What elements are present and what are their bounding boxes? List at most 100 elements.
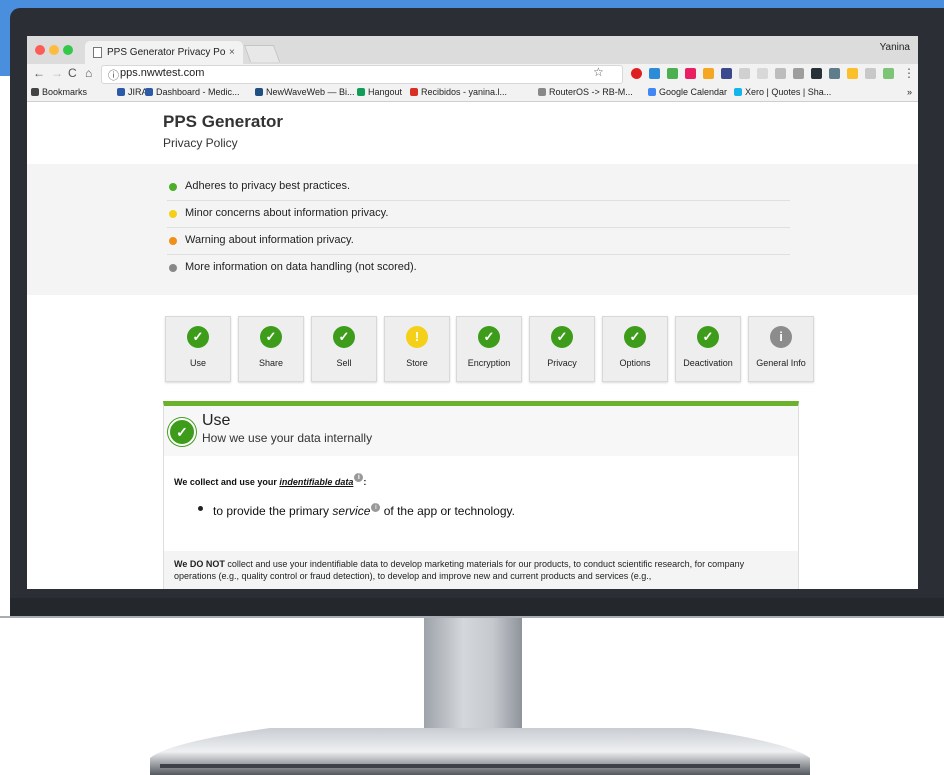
category-tile-encryption[interactable]: ✓ Encryption: [456, 316, 522, 382]
home-icon[interactable]: ⌂: [85, 66, 92, 80]
check-icon: ✓: [168, 418, 196, 446]
bookmarks-bar: » Bookmarks JIRA Dashboard - Medic... NewWa…: [27, 84, 918, 102]
bookmark-label: Hangout: [368, 87, 403, 97]
bookmark-label: NewWaveWeb — Bi...: [266, 87, 355, 97]
bookmark-item[interactable]: Dashboard - Medic...: [145, 87, 240, 97]
close-window-button[interactable]: [35, 45, 45, 55]
check-icon: ✓: [187, 326, 209, 348]
bookmark-item[interactable]: JIRA: [117, 87, 148, 97]
bookmark-item[interactable]: Xero | Quotes | Sha...: [734, 87, 831, 97]
calendar-icon: [648, 88, 656, 96]
category-tile-use[interactable]: ✓ Use: [165, 316, 231, 382]
yellow-dot-icon: [169, 210, 177, 218]
maximize-window-button[interactable]: [63, 45, 73, 55]
evernote-extension-icon[interactable]: [667, 68, 678, 79]
category-label: Share: [258, 358, 284, 368]
mail-extension-icon[interactable]: [793, 68, 804, 79]
menu-icon[interactable]: ⋮: [903, 66, 915, 80]
category-label: General Info: [756, 358, 806, 368]
frame-extension-icon[interactable]: [829, 68, 840, 79]
identifiable-data-term[interactable]: indentifiable data: [279, 477, 353, 487]
category-label: Privacy: [547, 358, 577, 368]
pen-extension-icon[interactable]: [649, 68, 660, 79]
bookmark-item[interactable]: Hangout: [357, 87, 402, 97]
tab-pps-generator[interactable]: PPS Generator Privacy Policy ×: [85, 41, 243, 64]
bookmark-item[interactable]: Recibidos - yanina.l...: [410, 87, 507, 97]
check-icon: ✓: [624, 326, 646, 348]
category-tile-share[interactable]: ✓ Share: [238, 316, 304, 382]
check-icon: ✓: [478, 326, 500, 348]
check-icon: ✓: [260, 326, 282, 348]
bookmark-label: Xero | Quotes | Sha...: [745, 87, 832, 97]
bookmark-label: Bookmarks: [42, 87, 88, 97]
minimize-window-button[interactable]: [49, 45, 59, 55]
bookmark-item[interactable]: NewWaveWeb — Bi...: [255, 87, 355, 97]
category-tile-sell[interactable]: ✓ Sell: [311, 316, 377, 382]
category-label: Use: [189, 358, 206, 368]
stripes-extension-icon[interactable]: [847, 68, 858, 79]
list-item: to provide the primary service i of the a…: [198, 503, 515, 518]
page-subtitle: Privacy Policy: [163, 136, 238, 150]
file-extension-icon[interactable]: [757, 68, 768, 79]
legend-text: Adheres to privacy best practices.: [185, 180, 351, 192]
star-icon: [31, 88, 39, 96]
jira-icon: [145, 88, 153, 96]
bitbucket-icon: [255, 88, 263, 96]
tab-bar: PPS Generator Privacy Policy × Yanina: [27, 36, 918, 64]
collect-statement: We collect and use your indentifiable da…: [174, 473, 366, 487]
panel-header: ✓ Use How we use your data internally: [164, 406, 798, 456]
address-bar[interactable]: ⓘ pps.nwwtest.com: [101, 65, 623, 84]
page-header: PPS Generator Privacy Policy: [27, 102, 918, 165]
bar-extension-icon[interactable]: [865, 68, 876, 79]
url-text[interactable]: pps.nwwtest.com: [120, 67, 204, 79]
legend-item: More information on data handling (not s…: [167, 255, 790, 281]
back-arrow-icon[interactable]: ←: [33, 66, 45, 80]
category-label: Store: [406, 358, 428, 368]
link-extension-icon[interactable]: [739, 68, 750, 79]
monitor-stand-neck: [424, 618, 522, 736]
tab-close-icon[interactable]: ×: [229, 41, 235, 64]
tab-title: PPS Generator Privacy Policy: [107, 47, 225, 58]
check-icon: ✓: [333, 326, 355, 348]
sheet-extension-icon[interactable]: [883, 68, 894, 79]
category-label: Deactivation: [683, 358, 733, 368]
grid-extension-icon[interactable]: [703, 68, 714, 79]
new-tab-button[interactable]: [243, 45, 281, 62]
category-tile-privacy[interactable]: ✓ Privacy: [529, 316, 595, 382]
browser-toolbar: ← → C ⌂ ⓘ pps.nwwtest.com ☆ ⋮: [27, 64, 918, 84]
donot-text: collect and use your indentifiable data …: [174, 559, 745, 581]
category-tile-deactivation[interactable]: ✓ Deactivation: [675, 316, 741, 382]
jira-icon: [117, 88, 125, 96]
bookmark-item[interactable]: Google Calendar: [648, 87, 727, 97]
gmail-icon: [410, 88, 418, 96]
bullet-icon: [198, 506, 203, 511]
reload-icon[interactable]: C: [68, 66, 77, 80]
monitor-stand-base: [150, 728, 810, 775]
camera-extension-icon[interactable]: [685, 68, 696, 79]
bookmarks-overflow-icon[interactable]: »: [907, 87, 912, 97]
legend-text: More information on data handling (not s…: [185, 261, 417, 273]
bookmark-label: RouterOS -> RB-M...: [549, 87, 633, 97]
category-tile-store[interactable]: ! Store: [384, 316, 450, 382]
bookmark-item[interactable]: RouterOS -> RB-M...: [538, 87, 633, 97]
profile-name[interactable]: Yanina: [880, 42, 910, 53]
warning-icon: !: [406, 326, 428, 348]
legend-item: Warning about information privacy.: [167, 228, 790, 255]
service-term[interactable]: service: [332, 504, 370, 518]
info-icon: i: [770, 326, 792, 348]
drive-extension-icon[interactable]: [775, 68, 786, 79]
bookmark-star-icon[interactable]: ☆: [593, 65, 604, 79]
dots-extension-icon[interactable]: [811, 68, 822, 79]
panel-title: Use: [202, 412, 231, 429]
category-label: Options: [619, 358, 651, 368]
forward-arrow-icon[interactable]: →: [51, 66, 63, 80]
bookmark-item[interactable]: Bookmarks: [31, 87, 87, 97]
info-icon[interactable]: ⓘ: [108, 67, 119, 83]
collect-prefix: We collect and use your: [174, 477, 280, 487]
xero-icon: [734, 88, 742, 96]
bullet-suffix: of the app or technology.: [380, 504, 515, 518]
opera-extension-icon[interactable]: [631, 68, 642, 79]
category-tile-options[interactable]: ✓ Options: [602, 316, 668, 382]
v-extension-icon[interactable]: [721, 68, 732, 79]
category-tile-general-info[interactable]: i General Info: [748, 316, 814, 382]
